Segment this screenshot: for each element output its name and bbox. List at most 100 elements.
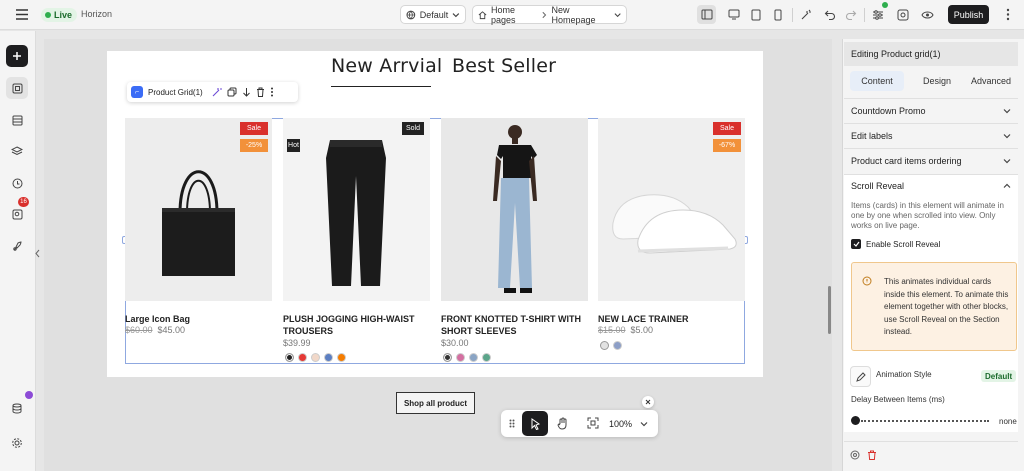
sections-button[interactable]: [6, 109, 28, 131]
database-button[interactable]: [6, 391, 33, 419]
cursor-icon: [531, 417, 540, 430]
swatch[interactable]: [600, 341, 609, 350]
preview-eye-icon[interactable]: [918, 5, 937, 24]
scroll-reveal-description: Items (cards) in this element will anima…: [851, 201, 1004, 230]
swatch[interactable]: [443, 353, 452, 362]
left-rail: 16: [0, 31, 40, 471]
section-label: Countdown Promo: [851, 105, 926, 116]
undo-icon[interactable]: [820, 5, 839, 24]
product-title[interactable]: NEW LACE TRAINER: [598, 313, 745, 325]
collapse-arrow-icon[interactable]: [35, 249, 40, 258]
price-value: $39.99: [283, 338, 311, 348]
product-price: $39.99: [283, 338, 311, 348]
magic-wand-icon[interactable]: [796, 5, 815, 24]
tab-design[interactable]: Design: [910, 71, 964, 91]
slider-track[interactable]: [861, 420, 989, 422]
product-title[interactable]: FRONT KNOTTED T-SHIRT WITH SHORT SLEEVES: [441, 313, 588, 337]
breakpoint-label: Default: [419, 9, 449, 20]
zoom-search-icon[interactable]: [893, 5, 912, 24]
layers-panel-button[interactable]: [6, 77, 28, 99]
animation-style-picker[interactable]: [850, 366, 871, 387]
product-image-trousers[interactable]: [283, 118, 430, 301]
fit-screen-icon[interactable]: [587, 417, 599, 429]
settings-sliders-icon[interactable]: [868, 2, 888, 24]
product-price: $30.00: [441, 338, 469, 348]
tab-new-arrival[interactable]: New Arrvial: [331, 55, 442, 77]
section-label: Product card items ordering: [851, 155, 962, 166]
mobile-icon[interactable]: [768, 5, 787, 24]
more-vertical-icon[interactable]: [1006, 8, 1010, 21]
redo-icon[interactable]: [841, 5, 860, 24]
swatch[interactable]: [311, 353, 320, 362]
section-edit-labels[interactable]: Edit labels: [844, 123, 1018, 147]
publish-button[interactable]: Publish: [948, 5, 989, 24]
tab-content[interactable]: Content: [850, 71, 904, 91]
hide-element-icon[interactable]: [850, 450, 860, 460]
chevron-down-icon: [1003, 108, 1011, 113]
hand-tool-icon[interactable]: [557, 417, 569, 430]
chevron-down-icon: [452, 12, 460, 17]
product-grid-icon: ⌐: [131, 86, 143, 98]
chevron-down-icon: [614, 12, 621, 17]
product-image-tshirt[interactable]: [441, 118, 588, 301]
section-card-ordering[interactable]: Product card items ordering: [844, 148, 1018, 172]
drag-handle-icon[interactable]: [509, 419, 515, 428]
zoom-select[interactable]: 100%: [609, 414, 657, 433]
info-icon: [862, 276, 872, 286]
section-countdown-promo[interactable]: Countdown Promo: [844, 98, 1018, 122]
swatch[interactable]: [324, 353, 333, 362]
swatch[interactable]: [285, 353, 294, 362]
section-label: Scroll Reveal: [851, 181, 905, 191]
apps-button[interactable]: [6, 235, 28, 257]
swatch[interactable]: [337, 353, 346, 362]
more-vertical-icon[interactable]: [270, 87, 274, 97]
swatch[interactable]: [456, 353, 465, 362]
add-element-button[interactable]: [6, 45, 28, 67]
theme-name: Horizon: [81, 9, 113, 19]
sale-price: $45.00: [157, 325, 186, 335]
section-scroll-reveal[interactable]: Scroll Reveal: [844, 174, 1018, 198]
close-toolbar-button[interactable]: [642, 396, 654, 408]
tab-advanced[interactable]: Advanced: [964, 71, 1018, 91]
pencil-icon: [855, 371, 866, 382]
swatch[interactable]: [298, 353, 307, 362]
top-bar: Live Horizon Default Home pages New Home…: [0, 0, 1024, 30]
select-tool-button[interactable]: [522, 411, 548, 436]
trash-icon[interactable]: [256, 87, 265, 97]
enable-scroll-reveal-checkbox[interactable]: [851, 239, 861, 249]
library-button[interactable]: [6, 140, 28, 162]
layout-icon[interactable]: [697, 5, 716, 24]
duplicate-icon[interactable]: [227, 87, 237, 97]
move-down-icon[interactable]: [242, 87, 251, 97]
product-title[interactable]: Large Icon Bag: [125, 313, 272, 325]
issues-button[interactable]: 16: [6, 197, 29, 225]
chevron-right-icon: [542, 11, 547, 18]
settings-button[interactable]: [6, 432, 28, 454]
menu-icon[interactable]: [15, 8, 29, 21]
swatch[interactable]: [613, 341, 622, 350]
desktop-icon[interactable]: [724, 5, 743, 24]
chevron-down-icon: [1003, 133, 1011, 138]
layers-icon: [12, 83, 22, 93]
tab-best-seller[interactable]: Best Seller: [452, 55, 556, 77]
canvas-scrollbar[interactable]: [828, 286, 831, 334]
plus-icon: [13, 52, 21, 60]
element-label[interactable]: Product Grid(1): [148, 88, 203, 97]
slider-thumb[interactable]: [851, 416, 860, 425]
swatch[interactable]: [469, 353, 478, 362]
compare-price: $15.00: [598, 325, 626, 335]
stack-icon: [11, 145, 23, 155]
shop-all-button[interactable]: Shop all product: [396, 392, 475, 414]
home-icon: [478, 10, 487, 19]
ai-wand-icon[interactable]: [212, 87, 222, 97]
tablet-icon[interactable]: [746, 5, 765, 24]
rocket-icon: [12, 240, 22, 251]
page-selector[interactable]: Home pages New Homepage: [472, 5, 627, 25]
product-title[interactable]: PLUSH JOGGING HIGH-WAIST TROUSERS: [283, 313, 430, 337]
delete-element-icon[interactable]: [867, 450, 877, 460]
breakpoint-select[interactable]: Default: [400, 5, 466, 24]
chevron-down-icon: [1003, 158, 1011, 163]
swatch[interactable]: [482, 353, 491, 362]
history-button[interactable]: [6, 172, 28, 194]
delay-slider[interactable]: [851, 416, 991, 425]
